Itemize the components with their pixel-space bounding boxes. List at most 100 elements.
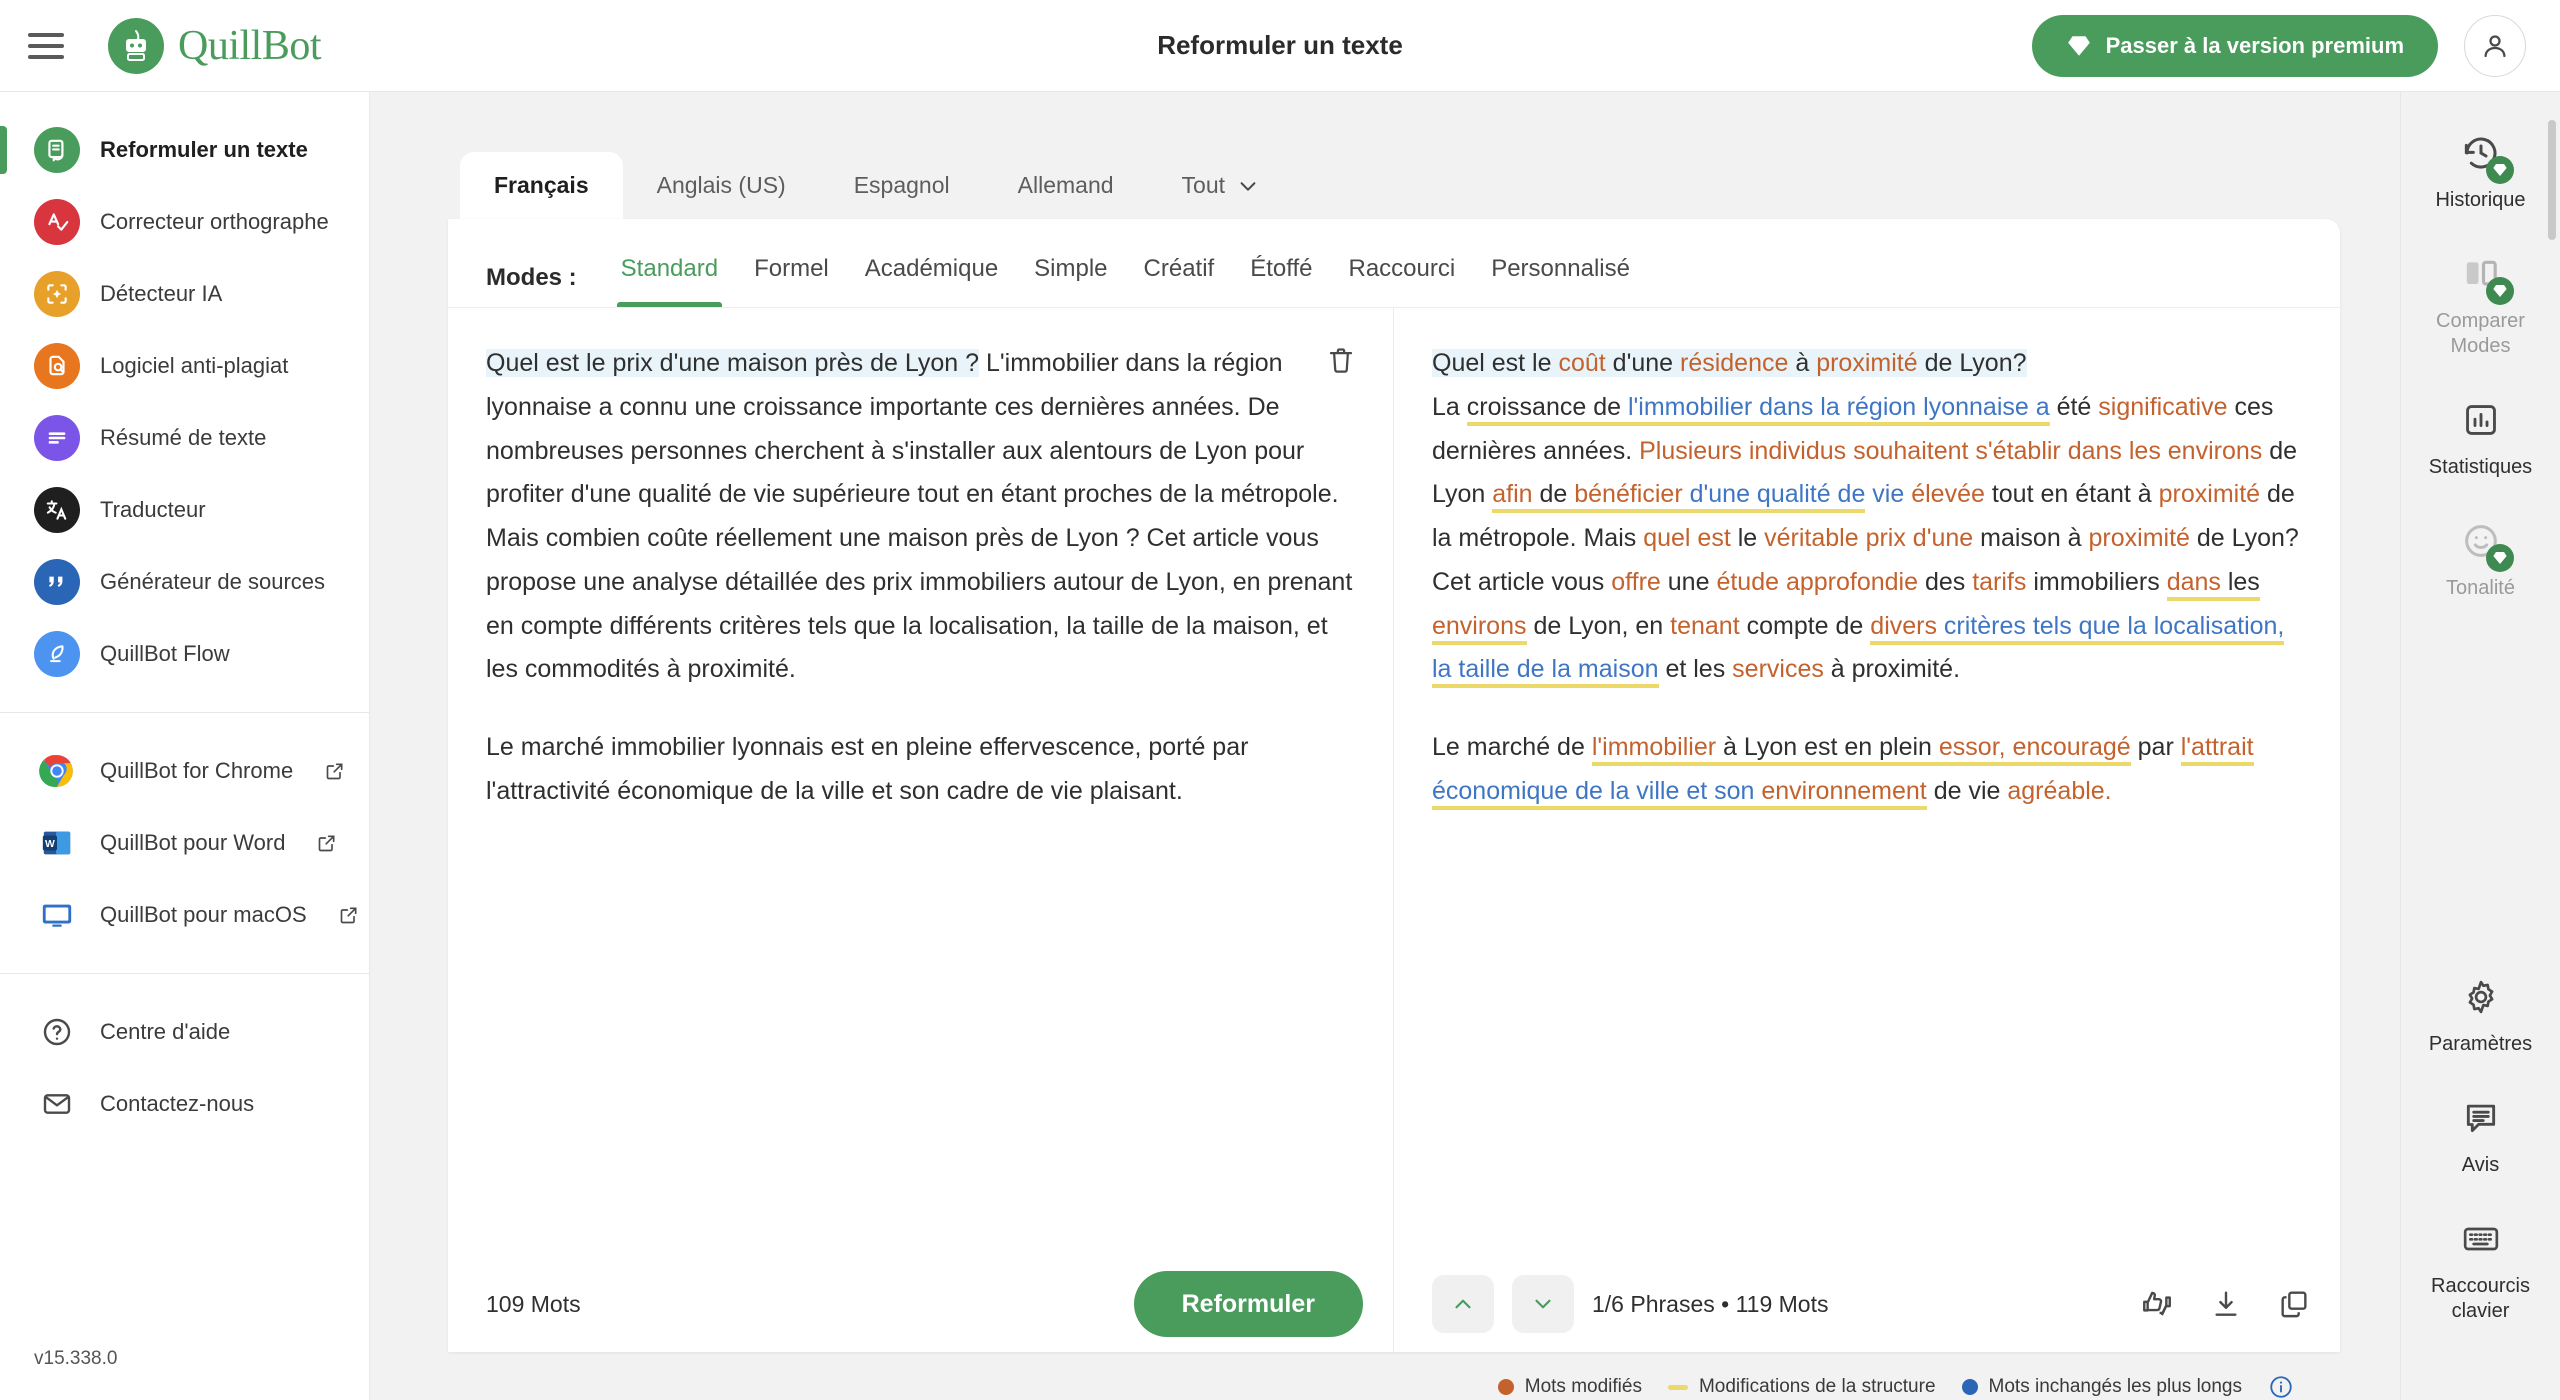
rail-item-raccourcis-clavier[interactable]: Raccourcis clavier <box>2411 1214 2551 1324</box>
output-token[interactable]: proximité <box>2089 524 2190 552</box>
quillbot-logo[interactable]: QuillBot <box>108 17 322 74</box>
mode-personnalise[interactable]: Personnalisé <box>1473 249 1648 307</box>
output-token[interactable]: à <box>1788 349 1817 377</box>
output-token[interactable]: La <box>1432 393 1467 421</box>
output-token[interactable]: d'une <box>1605 349 1680 377</box>
output-token[interactable]: offre <box>1611 568 1661 596</box>
output-token[interactable]: par <box>2131 733 2181 761</box>
output-token[interactable]: bénéficier <box>1574 480 1683 514</box>
output-token[interactable]: agréable. <box>2007 777 2111 805</box>
sidebar-item-quillbot-flow[interactable]: QuillBot Flow <box>0 618 369 690</box>
tab-allemand[interactable]: Allemand <box>984 152 1148 219</box>
output-token[interactable]: tout en étant à <box>1985 480 2159 508</box>
output-token[interactable]: une <box>1661 568 1717 596</box>
output-token[interactable]: à proximité. <box>1824 655 1960 683</box>
output-token[interactable]: d'une qualité de <box>1682 480 1866 514</box>
tab-anglais-us[interactable]: Anglais (US) <box>623 152 820 219</box>
output-token[interactable]: significative <box>2098 393 2227 421</box>
output-token[interactable]: tenant <box>1670 612 1740 640</box>
output-token[interactable]: élevée <box>1904 480 1985 508</box>
rail-item-statistiques[interactable]: Statistiques <box>2411 395 2551 480</box>
sidebar-item-help-center[interactable]: Centre d'aide <box>0 996 369 1068</box>
output-token[interactable]: divers <box>1870 611 1937 645</box>
sidebar-item-translator[interactable]: Traducteur <box>0 474 369 546</box>
tab-all-languages[interactable]: Tout <box>1148 152 1293 219</box>
input-textarea[interactable]: Quel est le prix d'une maison près de Ly… <box>448 308 1393 1256</box>
output-token[interactable]: l'attrait <box>2180 733 2254 766</box>
sidebar-item-ai-detector[interactable]: Détecteur IA <box>0 258 369 330</box>
mode-standard[interactable]: Standard <box>603 249 736 307</box>
output-token[interactable]: résidence <box>1680 349 1789 377</box>
sidebar-item-macos-app[interactable]: QuillBot pour macOS <box>0 879 369 951</box>
output-token[interactable]: de vie <box>1927 777 2008 805</box>
hamburger-icon[interactable] <box>28 32 64 59</box>
output-token[interactable]: l'immobilier <box>1591 733 1717 766</box>
next-sentence-button[interactable] <box>1512 1275 1574 1333</box>
output-token[interactable]: maison à <box>1973 524 2088 552</box>
rail-item-comparer-modes[interactable]: Comparer Modes <box>2411 249 2551 359</box>
output-token[interactable]: des <box>1918 568 1972 596</box>
output-token[interactable]: proximité <box>1816 349 1918 377</box>
output-token[interactable]: Le marché de <box>1432 733 1592 761</box>
output-token[interactable]: afin <box>1492 480 1533 514</box>
mode-raccourci[interactable]: Raccourci <box>1331 249 1474 307</box>
thumbs-feedback-icon[interactable] <box>2140 1287 2174 1321</box>
info-icon[interactable] <box>2268 1374 2294 1400</box>
output-token[interactable]: à Lyon est en plein <box>1716 733 1939 766</box>
upgrade-premium-button[interactable]: Passer à la version premium <box>2031 14 2438 77</box>
tab-francais[interactable]: Français <box>460 152 623 219</box>
mode-etoffe[interactable]: Étoffé <box>1232 249 1330 307</box>
sidebar-item-paraphraser[interactable]: Reformuler un texte <box>0 114 369 186</box>
output-token[interactable]: économique de la ville et son <box>1432 776 1762 810</box>
output-token[interactable]: Quel est le <box>1432 349 1559 377</box>
mode-formel[interactable]: Formel <box>736 249 847 307</box>
output-token[interactable]: la taille de la maison <box>1432 655 1659 689</box>
output-token[interactable]: de Lyon? <box>1917 349 2027 377</box>
output-text-area[interactable]: Quel est le coût d'une résidence à proxi… <box>1394 308 2340 1256</box>
output-token[interactable]: et les <box>1659 655 1733 683</box>
output-token[interactable]: véritable prix d'une <box>1764 524 1973 552</box>
mode-creatif[interactable]: Créatif <box>1126 249 1233 307</box>
mode-academique[interactable]: Académique <box>847 249 1016 307</box>
output-token[interactable]: tarifs <box>1972 568 2026 596</box>
output-token[interactable]: environs <box>1432 611 1527 645</box>
output-token[interactable]: l'immobilier dans la région lyonnaise a <box>1627 392 2050 426</box>
mode-simple[interactable]: Simple <box>1016 249 1125 307</box>
output-token[interactable]: compte de <box>1740 612 1871 640</box>
output-token[interactable]: vie <box>1865 480 1904 508</box>
output-token[interactable]: quel est <box>1643 524 1731 552</box>
copy-icon[interactable] <box>2278 1288 2310 1320</box>
sidebar-item-word-addin[interactable]: W QuillBot pour Word <box>0 807 369 879</box>
output-token[interactable]: immobiliers <box>2026 568 2166 596</box>
rail-item-tonalite[interactable]: Tonalité <box>2411 516 2551 601</box>
user-avatar-icon[interactable] <box>2464 14 2526 77</box>
rail-item-historique[interactable]: Historique <box>2411 128 2551 213</box>
output-token[interactable]: été <box>2050 393 2099 421</box>
sidebar-item-plagiarism-checker[interactable]: Logiciel anti-plagiat <box>0 330 369 402</box>
paraphrase-button[interactable]: Reformuler <box>1133 1271 1363 1337</box>
output-token[interactable]: les <box>2220 567 2260 601</box>
trash-icon[interactable] <box>1323 342 1359 378</box>
output-token[interactable]: critères tels que la localisation, <box>1936 611 2285 645</box>
output-token[interactable]: étude approfondie <box>1716 568 1918 596</box>
output-token[interactable]: services <box>1732 655 1824 683</box>
download-icon[interactable] <box>2210 1288 2242 1320</box>
sidebar-item-grammar-checker[interactable]: Correcteur orthographe <box>0 186 369 258</box>
sidebar-item-chrome-extension[interactable]: QuillBot for Chrome <box>0 735 369 807</box>
sidebar-item-citation-generator[interactable]: Générateur de sources <box>0 546 369 618</box>
output-token[interactable]: dans <box>2166 567 2221 601</box>
scrollbar-thumb[interactable] <box>2548 120 2556 240</box>
output-token[interactable]: Plusieurs individus souhaitent s'établir… <box>1639 437 2262 465</box>
sidebar-item-contact-us[interactable]: Contactez-nous <box>0 1068 369 1140</box>
output-token[interactable]: proximité <box>2159 480 2260 508</box>
output-token[interactable]: coût <box>1558 349 1606 377</box>
output-token[interactable]: le <box>1731 524 1764 552</box>
output-token[interactable]: de <box>1532 480 1575 514</box>
output-token[interactable]: essor, encouragé <box>1938 733 2131 766</box>
rail-item-parametres[interactable]: Paramètres <box>2411 972 2551 1057</box>
sidebar-item-summarizer[interactable]: Résumé de texte <box>0 402 369 474</box>
tab-espagnol[interactable]: Espagnol <box>820 152 984 219</box>
output-token[interactable]: croissance de <box>1466 392 1628 426</box>
rail-item-avis[interactable]: Avis <box>2411 1093 2551 1178</box>
previous-sentence-button[interactable] <box>1432 1275 1494 1333</box>
